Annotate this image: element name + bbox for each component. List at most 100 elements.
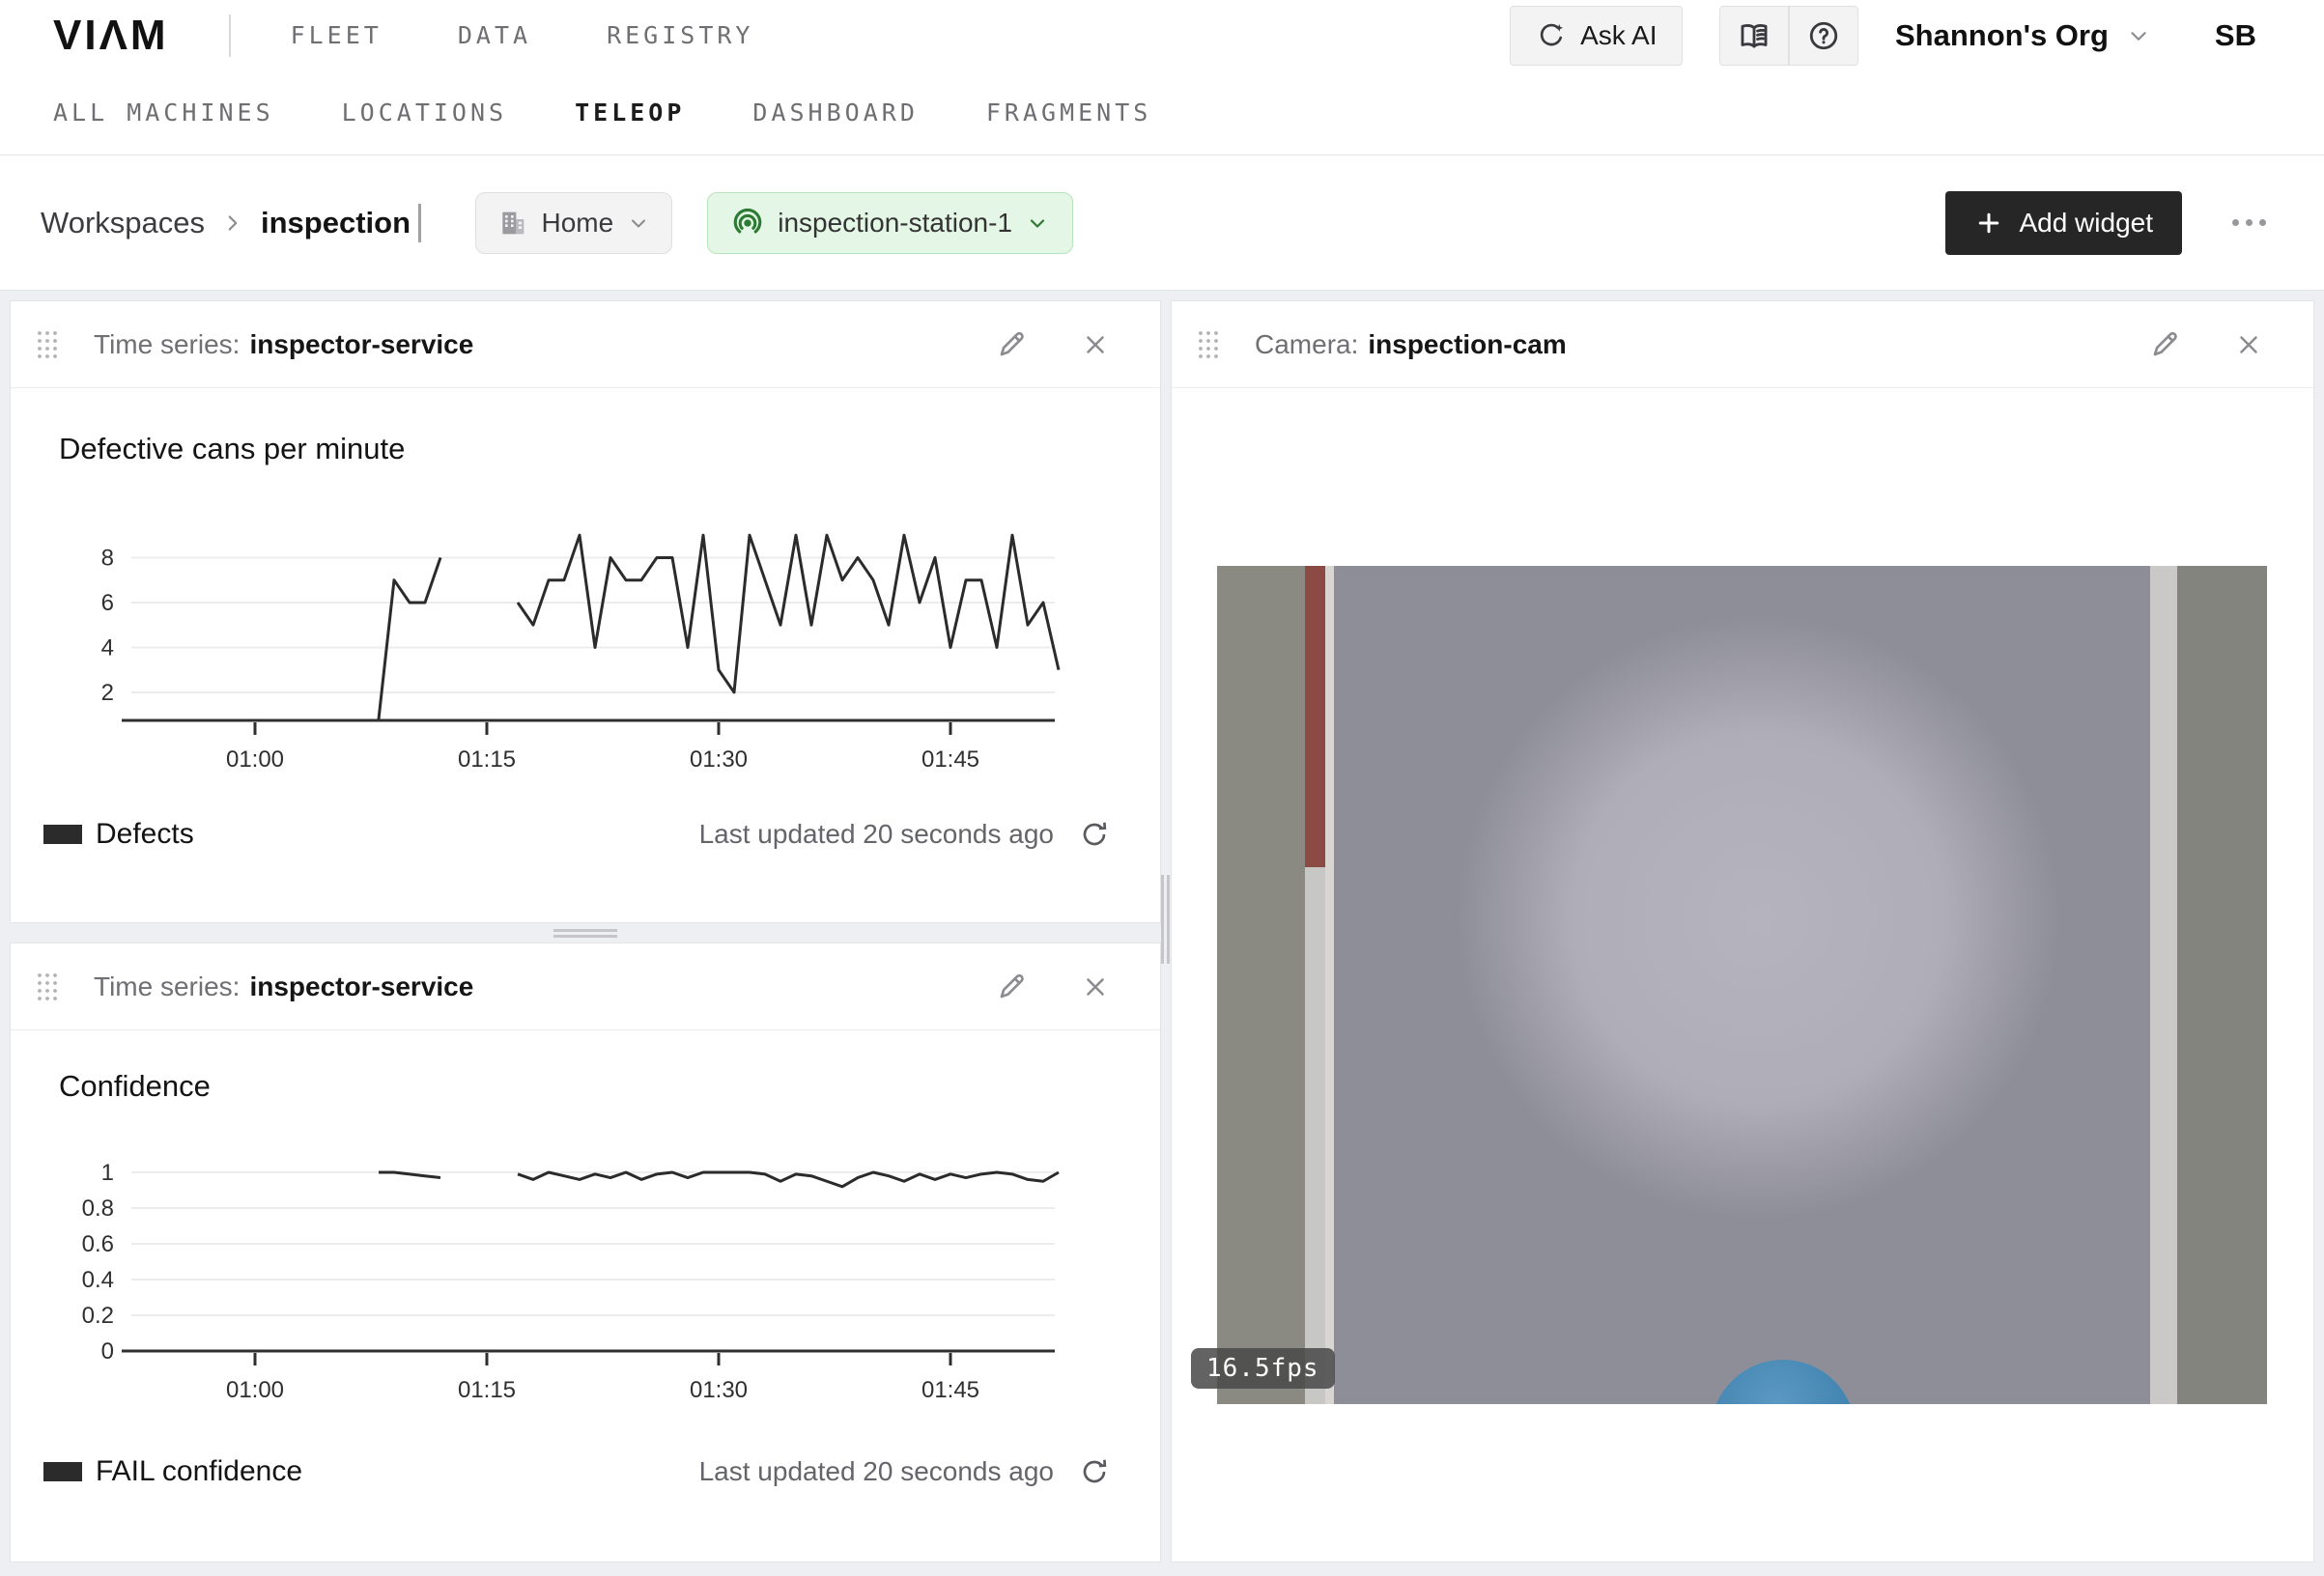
legend-swatch (43, 825, 82, 844)
workspace-menu-button[interactable] (2223, 210, 2276, 236)
row-resize-handle[interactable] (553, 929, 617, 938)
drag-dots-icon[interactable] (36, 971, 57, 1002)
edit-widget-button[interactable] (996, 329, 1027, 360)
legend-label: Defects (96, 818, 194, 851)
svg-text:0.8: 0.8 (82, 1196, 114, 1222)
fps-badge: 16.5fps (1191, 1348, 1335, 1389)
refresh-button[interactable] (1079, 1456, 1110, 1487)
chevron-down-icon (1026, 211, 1049, 235)
confidence-line-chart: 00.20.40.60.8101:0001:1501:3001:45 (11, 1148, 1143, 1397)
chart-footer: Defects Last updated 20 seconds ago (11, 818, 1160, 851)
column-gap (1161, 300, 1171, 1566)
refresh-icon (1079, 819, 1110, 850)
close-x-icon (2234, 330, 2263, 359)
breadcrumb-workspaces[interactable]: Workspaces (41, 206, 205, 240)
nav-registry[interactable]: REGISTRY (607, 21, 753, 49)
avatar[interactable]: SB (2215, 18, 2256, 53)
svg-text:01:45: 01:45 (921, 1377, 979, 1397)
column-resize-handle[interactable] (1161, 875, 1170, 964)
add-widget-button[interactable]: Add widget (1945, 191, 2182, 255)
refresh-button[interactable] (1079, 819, 1110, 850)
widget-type-label: Time series: (94, 329, 240, 360)
svg-text:01:30: 01:30 (690, 1377, 748, 1397)
svg-text:01:15: 01:15 (458, 746, 516, 767)
svg-text:01:00: 01:00 (226, 746, 284, 767)
left-light-strip (1325, 566, 1334, 1404)
tab-locations[interactable]: LOCATIONS (342, 98, 507, 127)
close-x-icon (1081, 972, 1110, 1001)
can-cap (1711, 1360, 1856, 1404)
plus-icon (1974, 209, 2003, 238)
close-widget-button[interactable] (1081, 971, 1110, 1002)
ask-ai-label: Ask AI (1580, 20, 1657, 51)
drag-dots-icon[interactable] (36, 329, 57, 360)
help-button[interactable] (1790, 7, 1857, 65)
header-divider (229, 14, 231, 57)
nav-fleet[interactable]: FLEET (291, 21, 383, 49)
light-bar-below-red (1305, 867, 1325, 1404)
svg-text:6: 6 (101, 590, 114, 616)
machine-label: inspection-station-1 (778, 208, 1012, 239)
last-updated-text: Last updated 20 seconds ago (699, 1456, 1054, 1487)
location-label: Home (542, 208, 614, 239)
right-light-strip (2150, 566, 2177, 1404)
widget-resource-name: inspection-cam (1368, 329, 1566, 360)
close-widget-button[interactable] (2234, 329, 2263, 360)
chart-title: Confidence (11, 1069, 1160, 1104)
tab-teleop[interactable]: TELEOP (575, 98, 685, 127)
widget-header: Time series: inspector-service (11, 943, 1160, 1030)
widget-type-label: Camera: (1255, 329, 1358, 360)
machine-target-icon (731, 207, 764, 239)
workspace-toolbar: Workspaces inspection Home inspection-st… (0, 155, 2324, 290)
docs-button[interactable] (1720, 7, 1788, 65)
org-name: Shannon's Org (1895, 18, 2109, 53)
book-icon (1738, 19, 1771, 52)
chart-title: Defective cans per minute (11, 432, 1160, 466)
camera-feed: 16.5fps (1217, 566, 2267, 1404)
chevron-down-icon (2126, 23, 2151, 48)
tab-all-machines[interactable]: ALL MACHINES (53, 98, 274, 127)
building-icon (497, 208, 528, 239)
svg-text:0.4: 0.4 (82, 1267, 114, 1293)
tab-dashboard[interactable]: DASHBOARD (752, 98, 918, 127)
ellipsis-icon (2232, 219, 2239, 226)
fleet-subnav: ALL MACHINES LOCATIONS TELEOP DASHBOARD … (0, 70, 2324, 155)
right-column: Camera: inspection-cam (1171, 300, 2314, 1566)
pencil-edit-icon (996, 329, 1027, 360)
location-dropdown[interactable]: Home (475, 192, 673, 254)
breadcrumb-chevron-icon (220, 211, 245, 236)
edit-widget-button[interactable] (2149, 329, 2180, 360)
svg-text:2: 2 (101, 680, 114, 706)
machine-selector[interactable]: inspection-station-1 (707, 192, 1073, 254)
dashboard-grid: Time series: inspector-service (0, 290, 2324, 1576)
refresh-icon (1079, 1456, 1110, 1487)
workspace-title-input[interactable]: inspection (261, 206, 411, 240)
conveyor-left-band (1217, 566, 1305, 1404)
pencil-edit-icon (2149, 329, 2180, 360)
docs-help-group (1719, 6, 1858, 66)
svg-text:0: 0 (101, 1338, 114, 1365)
svg-text:8: 8 (101, 545, 114, 571)
close-widget-button[interactable] (1081, 329, 1110, 360)
svg-text:01:30: 01:30 (690, 746, 748, 767)
red-marker-bar (1305, 566, 1325, 867)
primary-nav: FLEET DATA REGISTRY (291, 21, 754, 49)
svg-text:1: 1 (101, 1160, 114, 1186)
tab-fragments[interactable]: FRAGMENTS (986, 98, 1151, 127)
pencil-edit-icon (996, 971, 1027, 1002)
widget-timeseries-defects: Time series: inspector-service (10, 300, 1161, 923)
chevron-down-icon (627, 211, 650, 235)
edit-widget-button[interactable] (996, 971, 1027, 1002)
conveyor-belt-surface (1334, 566, 2150, 1404)
nav-data[interactable]: DATA (458, 21, 531, 49)
org-switcher[interactable]: Shannon's Org (1895, 18, 2151, 53)
svg-text:01:45: 01:45 (921, 746, 979, 767)
conveyor-right-band (2177, 566, 2267, 1404)
svg-text:01:15: 01:15 (458, 1377, 516, 1397)
left-column: Time series: inspector-service (10, 300, 1161, 1566)
widget-timeseries-confidence: Time series: inspector-service (10, 943, 1161, 1562)
ask-ai-button[interactable]: Ask AI (1510, 6, 1683, 66)
viam-logo[interactable]: VIΛM (53, 12, 169, 60)
drag-dots-icon[interactable] (1197, 329, 1218, 360)
widget-type-label: Time series: (94, 971, 240, 1002)
